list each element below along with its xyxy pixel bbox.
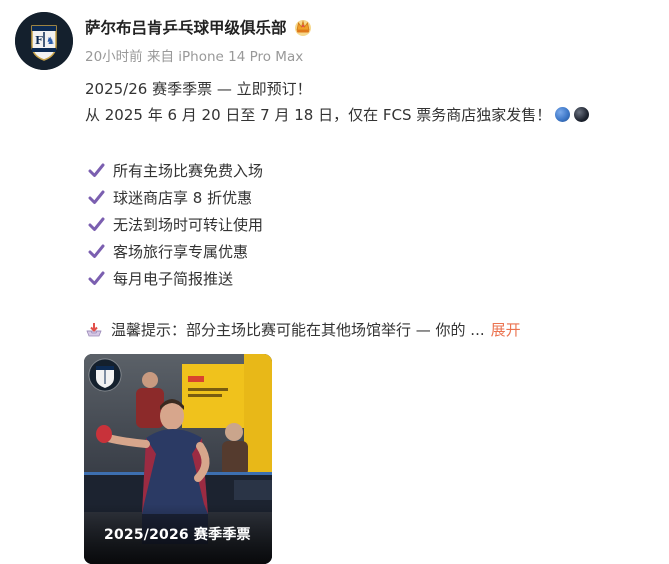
benefits-list: 所有主场比赛免费入场 球迷商店享 8 折优惠 无法到场时可转让使用 客场旅行享专…: [88, 157, 263, 292]
benefit-label: 无法到场时可转让使用: [113, 216, 264, 234]
expand-link[interactable]: 展开: [491, 319, 521, 340]
image-caption: 2025/2026 赛季季票: [104, 527, 251, 543]
black-circle-icon: [574, 107, 590, 122]
inbox-tray-icon: [85, 321, 103, 339]
account-name[interactable]: 萨尔布吕肯乒乓球甲级俱乐部: [85, 16, 287, 38]
check-icon: [88, 243, 105, 260]
post-meta: 20小时前 来自 iPhone 14 Pro Max: [85, 49, 304, 65]
post-line-1: 2025/26 赛季季票 — 立即预订！: [85, 80, 312, 98]
fcs-club-logo-icon: F ♞: [15, 12, 73, 70]
list-item: 无法到场时可转让使用: [88, 211, 263, 238]
crown-icon: [293, 17, 313, 37]
list-item: 每月电子简报推送: [88, 265, 263, 292]
avatar[interactable]: F ♞: [15, 12, 73, 70]
list-item: 客场旅行享专属优惠: [88, 238, 263, 265]
benefit-label: 客场旅行享专属优惠: [113, 243, 249, 261]
svg-text:♞: ♞: [46, 36, 55, 47]
list-item: 所有主场比赛免费入场: [88, 157, 263, 184]
benefit-label: 所有主场比赛免费入场: [113, 162, 264, 180]
post-image[interactable]: 2025/2026 赛季季票: [84, 354, 272, 564]
check-icon: [88, 189, 105, 206]
list-item: 球迷商店享 8 折优惠: [88, 184, 263, 211]
svg-text:F: F: [35, 34, 43, 47]
blue-circle-icon: [555, 107, 571, 122]
post-line-2: 从 2025 年 6 月 20 日至 7 月 18 日，仅在 FCS 票务商店独…: [85, 106, 552, 124]
check-icon: [88, 270, 105, 287]
tip-text: 温馨提示：部分主场比赛可能在其他场馆举行 — 你的 ...: [111, 321, 485, 339]
account-name-row[interactable]: 萨尔布吕肯乒乓球甲级俱乐部: [85, 16, 313, 38]
tip-row: 温馨提示：部分主场比赛可能在其他场馆举行 — 你的 ... 展开: [85, 319, 521, 340]
benefit-label: 每月电子简报推送: [113, 270, 234, 288]
check-icon: [88, 216, 105, 233]
post-line-2-row: 从 2025 年 6 月 20 日至 7 月 18 日，仅在 FCS 票务商店独…: [85, 104, 590, 125]
check-icon: [88, 162, 105, 179]
benefit-label: 球迷商店享 8 折优惠: [113, 189, 253, 207]
